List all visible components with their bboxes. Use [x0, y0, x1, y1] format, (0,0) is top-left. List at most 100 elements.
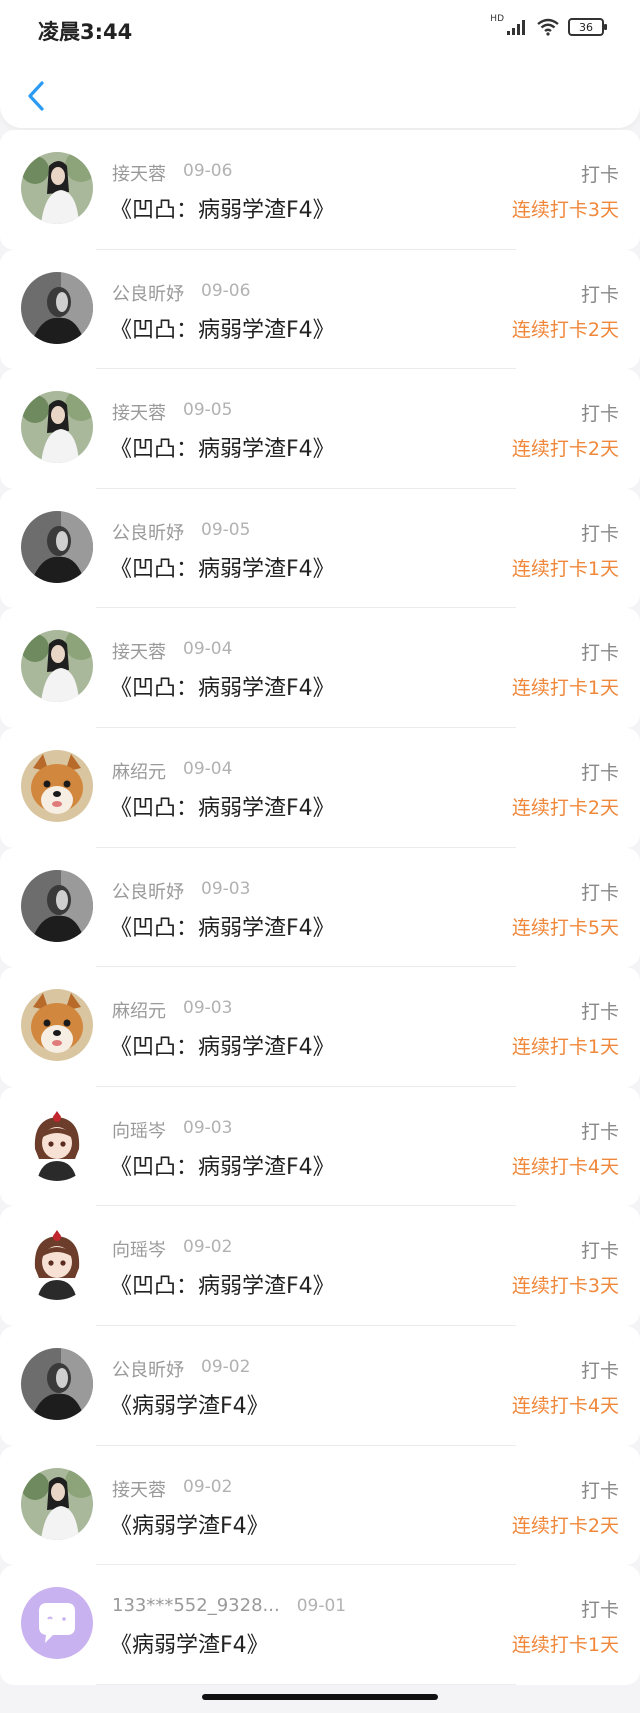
checkin-date: 09-06 — [201, 280, 251, 301]
avatar[interactable] — [21, 391, 93, 464]
home-indicator[interactable] — [202, 1694, 438, 1700]
checkin-list: 接天蓉 09-06 《凹凸：病弱学渣F4》 打卡 连续打卡3天 公良昕妤 09-06 《凹凸：… — [0, 130, 640, 1685]
checkin-label: 打卡 — [580, 1120, 619, 1143]
checkin-label: 打卡 — [580, 1359, 619, 1382]
checkin-date: 09-05 — [183, 400, 233, 421]
book-title[interactable]: 《病弱学渣F4》 — [110, 1388, 269, 1420]
avatar[interactable] — [21, 1108, 93, 1181]
streak-text: 连续打卡1天 — [511, 1634, 619, 1657]
checkin-date: 09-03 — [183, 1117, 233, 1138]
streak-text: 连续打卡2天 — [511, 438, 619, 461]
book-title[interactable]: 《凹凸：病弱学渣F4》 — [110, 670, 335, 702]
checkin-row[interactable]: 麻绍元 09-04 《凹凸：病弱学渣F4》 打卡连续打卡2天 — [0, 727, 640, 848]
checkin-date: 09-05 — [201, 519, 251, 540]
checkin-label: 打卡 — [580, 1240, 619, 1263]
signal-icon — [507, 20, 525, 35]
streak-text: 连续打卡3天 — [511, 1275, 619, 1298]
user-name[interactable]: 向瑶岑 — [112, 1117, 166, 1143]
avatar[interactable] — [21, 869, 93, 942]
checkin-label: 打卡 — [580, 283, 619, 306]
status-icons: HD 36 — [490, 14, 607, 36]
streak-text: 连续打卡5天 — [511, 916, 619, 939]
avatar[interactable] — [21, 630, 93, 703]
user-name[interactable]: 公良昕妤 — [112, 280, 184, 306]
checkin-row[interactable]: 接天蓉 09-02 《病弱学渣F4》 打卡 连续打卡2天 — [0, 1445, 640, 1566]
checkin-row[interactable]: 公良昕妤 09-02 《病弱学渣F4》 打卡连续打卡4天 — [0, 1325, 640, 1446]
checkin-row[interactable]: 公良昕妤 09-06 《凹凸：病弱学渣F4》 打卡连续打卡2天 — [0, 249, 640, 370]
avatar[interactable] — [21, 989, 93, 1062]
book-title[interactable]: 《凹凸：病弱学渣F4》 — [110, 1149, 335, 1181]
avatar[interactable] — [21, 510, 93, 583]
checkin-date: 09-02 — [183, 1476, 233, 1497]
book-title[interactable]: 《凹凸：病弱学渣F4》 — [110, 551, 335, 583]
user-name[interactable]: 向瑶岑 — [112, 1236, 166, 1262]
battery-level: 36 — [579, 20, 593, 34]
avatar[interactable] — [21, 1228, 93, 1301]
user-name[interactable]: 接天蓉 — [112, 399, 166, 425]
book-title[interactable]: 《病弱学渣F4》 — [110, 1508, 269, 1540]
avatar[interactable] — [21, 749, 93, 822]
checkin-label: 打卡 — [580, 761, 619, 784]
avatar[interactable] — [21, 1347, 93, 1420]
checkin-row[interactable]: 133***552_9328... 09-01 《病弱学渣F4》 打卡连续打卡1天 — [0, 1565, 640, 1685]
checkin-row[interactable]: 向瑶岑 09-02 《凹凸：病弱学渣F4》 打卡连续打卡3天 — [0, 1206, 640, 1326]
battery-icon: 36 — [568, 18, 607, 36]
streak-text: 连续打卡4天 — [511, 1155, 619, 1178]
checkin-date: 09-03 — [201, 878, 251, 899]
checkin-date: 09-01 — [296, 1596, 347, 1617]
user-name[interactable]: 接天蓉 — [112, 1476, 166, 1502]
book-title[interactable]: 《凹凸：病弱学渣F4》 — [110, 910, 335, 942]
checkin-label: 打卡 — [580, 1599, 619, 1622]
book-title[interactable]: 《凹凸：病弱学渣F4》 — [110, 192, 335, 224]
checkin-row[interactable]: 接天蓉 09-05 《凹凸：病弱学渣F4》 打卡 连续打卡2天 — [0, 369, 640, 489]
wifi-icon — [537, 18, 559, 36]
user-name[interactable]: 公良昕妤 — [112, 878, 184, 904]
checkin-row[interactable]: 公良昕妤 09-03 《凹凸：病弱学渣F4》 打卡连续打卡5天 — [0, 847, 640, 968]
book-title[interactable]: 《凹凸：病弱学渣F4》 — [110, 1268, 335, 1300]
book-title[interactable]: 《凹凸：病弱学渣F4》 — [110, 790, 335, 822]
avatar[interactable] — [21, 271, 93, 344]
avatar[interactable] — [21, 1467, 93, 1540]
checkin-date: 09-02 — [201, 1356, 251, 1377]
book-title[interactable]: 《凹凸：病弱学渣F4》 — [110, 1029, 335, 1061]
checkin-row[interactable]: 接天蓉 09-04 《凹凸：病弱学渣F4》 打卡 连续打卡1天 — [0, 608, 640, 728]
streak-text: 连续打卡2天 — [511, 318, 619, 341]
hd-label: HD — [490, 14, 504, 24]
checkin-date: 09-04 — [183, 758, 233, 779]
streak-text: 连续打卡2天 — [511, 1514, 619, 1537]
checkin-row[interactable]: 接天蓉 09-06 《凹凸：病弱学渣F4》 打卡连续打卡3天 — [0, 130, 640, 250]
streak-text: 连续打卡3天 — [511, 199, 619, 221]
user-name[interactable]: 公良昕妤 — [112, 519, 184, 545]
avatar[interactable] — [21, 152, 93, 224]
checkin-label: 打卡 — [580, 164, 619, 186]
user-name[interactable]: 麻绍元 — [112, 758, 166, 784]
user-name[interactable]: 麻绍元 — [112, 997, 166, 1023]
checkin-date: 09-02 — [183, 1237, 233, 1258]
header-card: 凌晨3:44 HD 36 — [0, 0, 640, 128]
chevron-left-icon — [28, 81, 44, 111]
checkin-row[interactable]: 麻绍元 09-03 《凹凸：病弱学渣F4》 打卡连续打卡1天 — [0, 967, 640, 1087]
book-title[interactable]: 《病弱学渣F4》 — [110, 1627, 269, 1659]
checkin-date: 09-04 — [183, 639, 233, 660]
book-title[interactable]: 《凹凸：病弱学渣F4》 — [110, 431, 335, 463]
streak-text: 连续打卡1天 — [511, 677, 619, 700]
checkin-label: 打卡 — [580, 881, 619, 904]
checkin-date: 09-03 — [183, 998, 233, 1019]
checkin-label: 打卡 — [580, 1001, 619, 1024]
status-time: 凌晨3:44 — [38, 20, 133, 44]
streak-text: 连续打卡1天 — [511, 557, 619, 580]
streak-text: 连续打卡4天 — [511, 1394, 619, 1417]
user-name[interactable]: 接天蓉 — [112, 638, 166, 664]
checkin-label: 打卡 — [580, 522, 619, 545]
avatar[interactable] — [21, 1587, 93, 1660]
book-title[interactable]: 《凹凸：病弱学渣F4》 — [110, 312, 335, 344]
streak-text: 连续打卡2天 — [511, 796, 619, 819]
user-name[interactable]: 公良昕妤 — [112, 1356, 184, 1382]
streak-text: 连续打卡1天 — [511, 1036, 619, 1059]
checkin-row[interactable]: 向瑶岑 09-03 《凹凸：病弱学渣F4》 打卡连续打卡4天 — [0, 1086, 640, 1207]
user-name[interactable]: 133***552_9328... — [112, 1595, 280, 1616]
checkin-date: 09-06 — [183, 161, 233, 181]
back-button[interactable] — [18, 74, 54, 118]
checkin-row[interactable]: 公良昕妤 09-05 《凹凸：病弱学渣F4》 打卡连续打卡1天 — [0, 488, 640, 609]
user-name[interactable]: 接天蓉 — [112, 160, 166, 186]
